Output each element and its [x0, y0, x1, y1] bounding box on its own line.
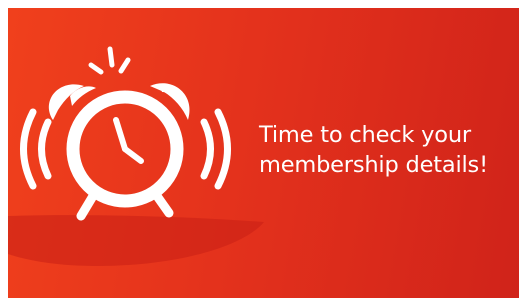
headline-line-1: Time to check your [259, 122, 471, 148]
vibration-arcs-left [20, 108, 52, 190]
clock-hands [113, 117, 144, 164]
vibration-arcs-right [200, 108, 231, 190]
ring-spark-lines [88, 46, 131, 75]
membership-reminder-banner: Time to check your membership details! [8, 8, 519, 298]
headline: Time to check your membership details! [259, 120, 488, 180]
headline-line-2: membership details! [259, 152, 488, 178]
